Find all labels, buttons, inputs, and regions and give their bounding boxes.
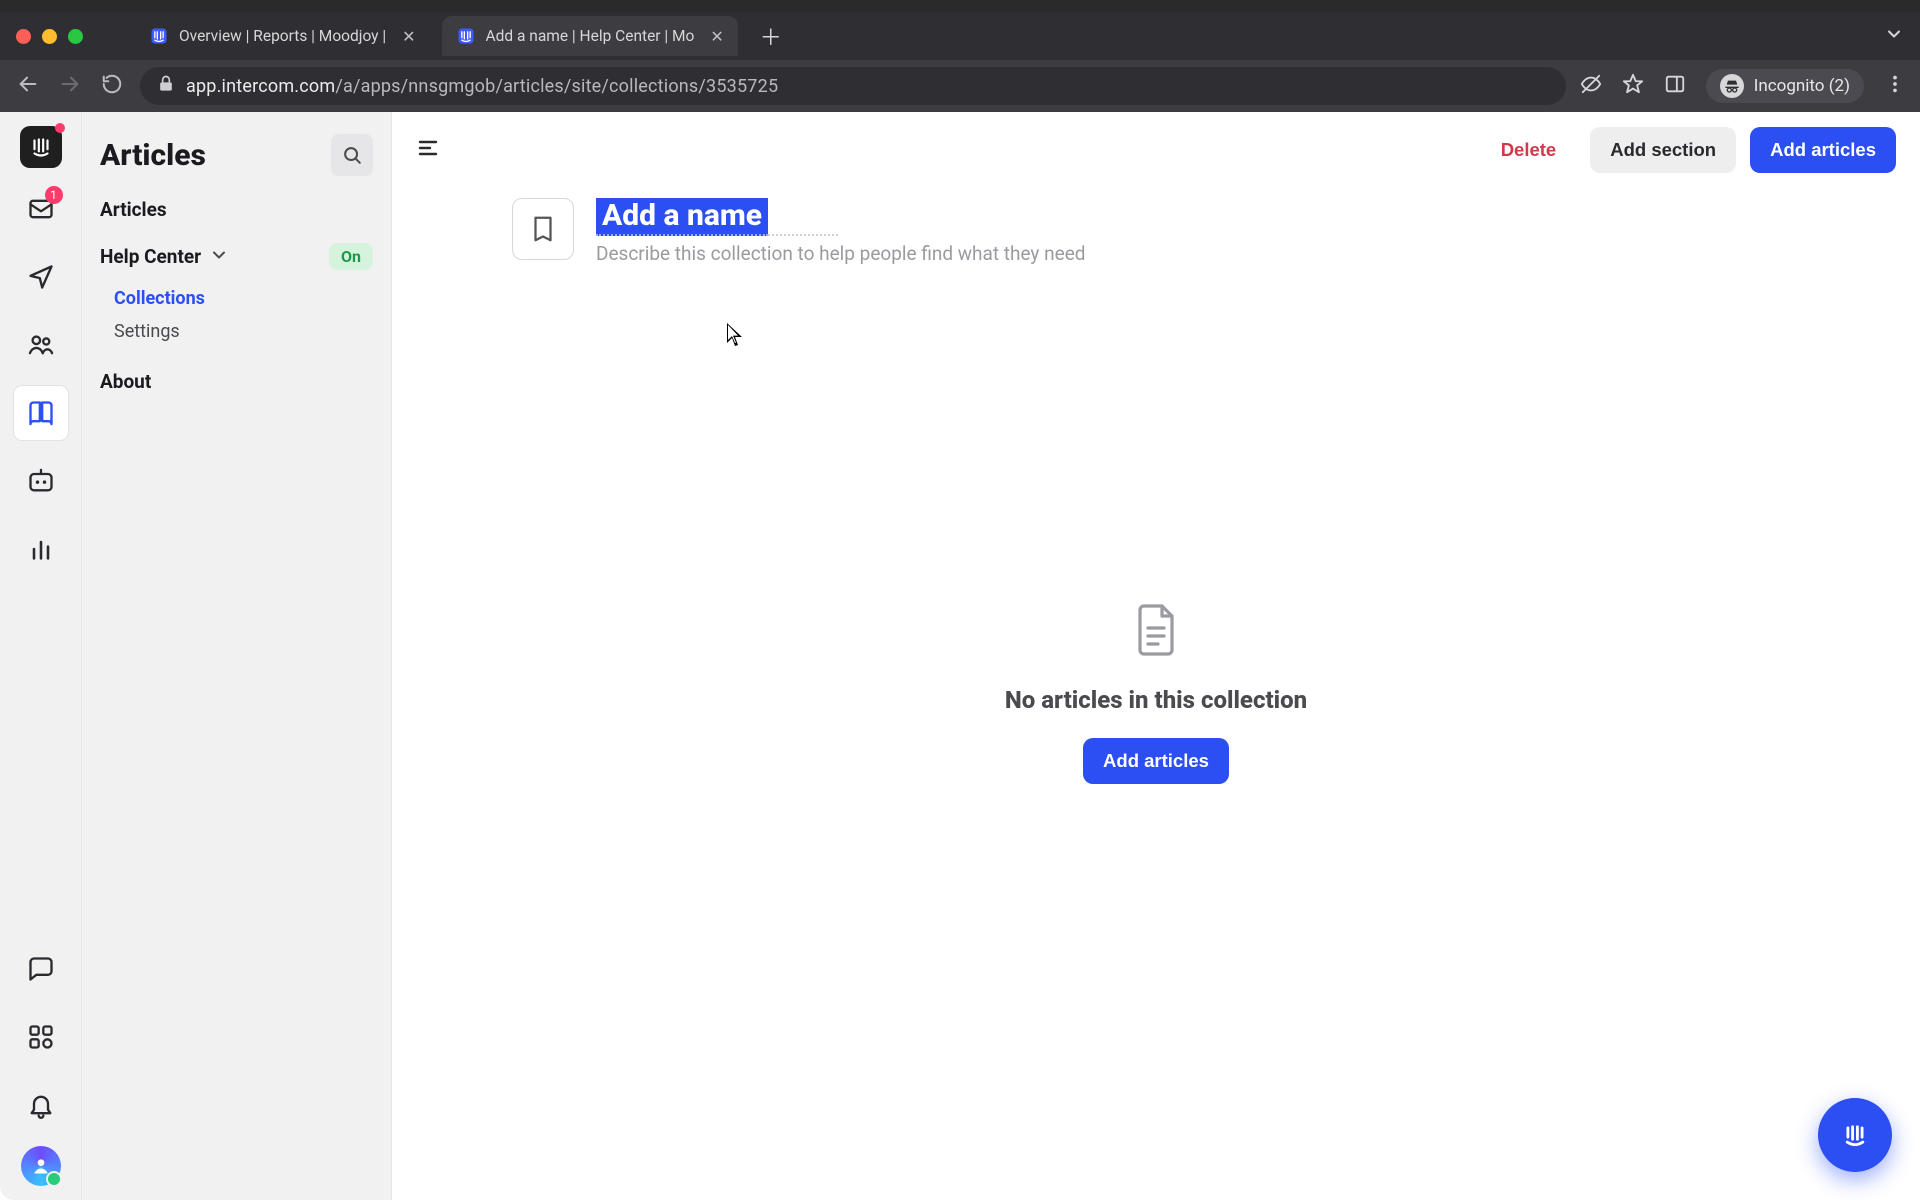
bookmark-star-icon[interactable] — [1622, 73, 1644, 99]
sidebar-item-articles[interactable]: Articles — [100, 198, 373, 221]
intercom-favicon-icon — [149, 26, 169, 46]
url-text: app.intercom.com/a/apps/nnsgmgob/article… — [186, 76, 778, 97]
incognito-icon — [1720, 74, 1744, 98]
empty-state-heading: No articles in this collection — [1005, 686, 1307, 714]
main-toolbar: Delete Add section Add articles — [392, 112, 1920, 188]
side-panel: Articles Articles Help Center On Collect… — [82, 112, 392, 1200]
app-viewport: 1 — [0, 112, 1920, 1200]
intercom-logo[interactable] — [20, 126, 62, 168]
sidebar-item-settings[interactable]: Settings — [100, 315, 373, 348]
url-path: /a/apps/nnsgmgob/articles/site/collectio… — [335, 76, 778, 97]
new-tab-button[interactable]: ＋ — [750, 20, 792, 52]
search-button[interactable] — [331, 134, 373, 176]
rail-articles[interactable] — [14, 386, 68, 440]
rail-contacts[interactable] — [14, 318, 68, 372]
side-panel-icon[interactable] — [1664, 73, 1686, 99]
side-panel-title: Articles — [100, 138, 206, 173]
delete-button[interactable]: Delete — [1481, 127, 1577, 173]
kebab-menu-icon[interactable] — [1884, 73, 1906, 99]
status-badge-on: On — [329, 243, 373, 270]
rail-inbox[interactable]: 1 — [14, 182, 68, 236]
reload-button[interactable] — [98, 73, 126, 99]
intercom-favicon-icon — [456, 26, 476, 46]
notification-dot-icon — [55, 123, 65, 133]
rail-messenger[interactable] — [14, 942, 68, 996]
sidebar-item-help-center[interactable]: Help Center — [100, 245, 229, 269]
minimize-window-icon[interactable] — [42, 29, 57, 44]
empty-add-articles-button[interactable]: Add articles — [1083, 738, 1229, 784]
close-tab-icon[interactable]: ✕ — [710, 27, 723, 46]
eye-off-icon[interactable] — [1580, 73, 1602, 99]
document-icon — [1132, 602, 1180, 662]
close-window-icon[interactable] — [16, 29, 31, 44]
window-controls[interactable] — [16, 29, 83, 44]
tab-title: Add a name | Help Center | Mo — [486, 27, 695, 45]
help-center-label: Help Center — [100, 245, 201, 268]
add-articles-button[interactable]: Add articles — [1750, 127, 1896, 173]
sidebar-item-collections[interactable]: Collections — [100, 282, 373, 315]
forward-button[interactable] — [56, 73, 84, 99]
rail-notifications[interactable] — [14, 1078, 68, 1132]
url-host: app.intercom.com — [186, 76, 335, 97]
rail-reports[interactable] — [14, 522, 68, 576]
incognito-indicator[interactable]: Incognito (2) — [1706, 69, 1864, 103]
browser-tab-active[interactable]: Add a name | Help Center | Mo ✕ — [442, 16, 738, 56]
tab-title: Overview | Reports | Moodjoy | — [179, 27, 386, 45]
browser-toolbar: app.intercom.com/a/apps/nnsgmgob/article… — [0, 60, 1920, 112]
browser-tab-inactive[interactable]: Overview | Reports | Moodjoy | ✕ — [135, 16, 430, 56]
icon-rail: 1 — [0, 112, 82, 1200]
incognito-label: Incognito (2) — [1754, 76, 1850, 96]
rail-apps[interactable] — [14, 1010, 68, 1064]
rail-outbound[interactable] — [14, 250, 68, 304]
inbox-badge: 1 — [45, 186, 63, 204]
rail-avatar[interactable] — [21, 1146, 61, 1186]
empty-state: No articles in this collection Add artic… — [392, 225, 1920, 1160]
intercom-launcher[interactable] — [1818, 1098, 1892, 1172]
address-bar[interactable]: app.intercom.com/a/apps/nnsgmgob/article… — [140, 67, 1566, 105]
sidebar-item-about[interactable]: About — [100, 370, 373, 393]
toggle-sidebar-button[interactable] — [416, 136, 440, 164]
main-content: Delete Add section Add articles Add a na… — [392, 112, 1920, 1200]
browser-chrome: Overview | Reports | Moodjoy | ✕ Add a n… — [0, 12, 1920, 112]
close-tab-icon[interactable]: ✕ — [402, 27, 415, 46]
tabs-dropdown-icon[interactable] — [1884, 24, 1904, 48]
back-button[interactable] — [14, 73, 42, 99]
mac-titlebar — [0, 0, 1920, 12]
add-section-button[interactable]: Add section — [1590, 127, 1736, 173]
lock-icon — [156, 74, 176, 99]
tabstrip: Overview | Reports | Moodjoy | ✕ Add a n… — [0, 12, 1920, 60]
fullscreen-window-icon[interactable] — [68, 29, 83, 44]
rail-operator[interactable] — [14, 454, 68, 508]
chevron-down-icon — [209, 245, 229, 269]
